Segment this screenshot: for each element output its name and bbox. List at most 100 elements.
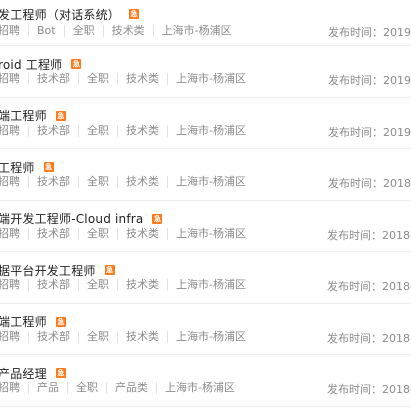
- job-meta: 招聘 产品 全职 产品类 上海市-杨浦区: [0, 381, 243, 395]
- publish-time: 发布时间：2018-1: [328, 175, 411, 191]
- meta-category: 技术类: [117, 176, 167, 188]
- job-meta: 招聘 技术部 全职 技术类 上海市-杨浦区: [0, 124, 254, 138]
- meta-department: 产品: [28, 382, 67, 394]
- meta-location: 上海市-杨浦区: [156, 382, 243, 394]
- meta-employment-type: 全职: [78, 73, 117, 85]
- meta-channel: 招聘: [0, 278, 20, 291]
- publish-time: 发布时间：2018-0: [327, 227, 411, 243]
- meta-department: 技术部: [28, 330, 78, 343]
- publish-date: 2019-0: [383, 26, 411, 39]
- publish-date: 2018-1: [383, 177, 411, 190]
- publish-label: 发布时间：: [327, 280, 382, 293]
- urgent-badge: 急: [43, 162, 54, 172]
- publish-label: 发布时间：: [327, 383, 382, 396]
- job-title-row: 发工程师（对话系统） 急: [0, 6, 140, 23]
- urgent-badge: 急: [104, 265, 115, 275]
- meta-channel: 招聘: [0, 123, 20, 137]
- publish-date: 2019-0: [383, 125, 411, 139]
- publish-time: 发布时间：2019-0: [328, 24, 411, 40]
- job-title[interactable]: 端开发工程师-Cloud infra: [0, 210, 143, 227]
- job-title-row: 产品经理 急: [0, 365, 66, 381]
- job-title[interactable]: 产品经理: [0, 365, 47, 382]
- job-list: 发工程师（对话系统） 急 招聘 Bot 全职 技术类 上海市-杨浦区 发布时间：…: [0, 0, 411, 411]
- publish-time: 发布时间：2018-0: [327, 330, 411, 346]
- meta-department: 技术部: [28, 176, 78, 188]
- publish-date: 2018-0: [382, 280, 411, 293]
- urgent-badge: 急: [152, 213, 163, 224]
- meta-category: 产品类: [106, 382, 156, 394]
- job-listing-5[interactable]: 端开发工程师-Cloud infra 急 招聘 技术部 全职 技术类 上海市-杨…: [0, 201, 411, 252]
- publish-label: 发布时间：: [327, 331, 382, 345]
- meta-channel: 招聘: [0, 72, 20, 85]
- meta-employment-type: 全职: [78, 227, 117, 240]
- urgent-badge: 急: [55, 368, 66, 378]
- job-title[interactable]: 工程师: [0, 159, 35, 176]
- job-meta: 招聘 Bot 全职 技术类 上海市-杨浦区: [0, 24, 240, 38]
- meta-department: 技术部: [28, 227, 78, 240]
- job-title-row: 端工程师 急: [0, 314, 66, 330]
- meta-category: 技术类: [117, 279, 167, 291]
- meta-category: 技术类: [117, 124, 167, 137]
- job-listing-3[interactable]: 端工程师 急 招聘 技术部 全职 技术类 上海市-杨浦区 发布时间：2019-0: [0, 98, 411, 149]
- job-listing-4[interactable]: 工程师 急 招聘 技术部 全职 技术类 上海市-杨浦区 发布时间：2018-1: [0, 149, 411, 201]
- meta-department: Bot: [28, 25, 64, 37]
- job-title-row: 端开发工程师-Cloud infra 急: [0, 210, 163, 227]
- job-title[interactable]: 发工程师（对话系统）: [0, 6, 120, 23]
- job-title-row: 工程师 急: [0, 159, 54, 175]
- meta-location: 上海市-杨浦区: [167, 124, 254, 137]
- meta-department: 技术部: [28, 73, 78, 85]
- publish-label: 发布时间：: [328, 177, 383, 190]
- publish-time: 发布时间：2018-0: [327, 381, 411, 397]
- job-listing-1[interactable]: 发工程师（对话系统） 急 招聘 Bot 全职 技术类 上海市-杨浦区 发布时间：…: [0, 0, 411, 46]
- meta-employment-type: 全职: [63, 25, 103, 37]
- job-meta: 招聘 技术部 全职 技术类 上海市-杨浦区: [0, 227, 254, 241]
- meta-employment-type: 全职: [67, 382, 106, 394]
- job-title-row: 据平台开发工程师 急: [0, 262, 115, 278]
- publish-time: 发布时间：2019-0: [328, 124, 411, 140]
- meta-employment-type: 全职: [78, 124, 117, 137]
- meta-channel: 招聘: [0, 329, 20, 343]
- job-title-row: 端工程师 急: [0, 108, 66, 124]
- publish-date: 2018-0: [382, 383, 411, 396]
- meta-channel: 招聘: [0, 381, 20, 394]
- meta-department: 技术部: [28, 124, 78, 137]
- job-title[interactable]: 据平台开发工程师: [0, 262, 96, 279]
- meta-channel: 招聘: [0, 24, 20, 37]
- job-title[interactable]: roid 工程师: [0, 56, 62, 73]
- publish-time: 发布时间：2019-0: [328, 72, 411, 88]
- job-meta: 招聘 技术部 全职 技术类 上海市-杨浦区: [0, 278, 254, 292]
- meta-channel: 招聘: [0, 175, 20, 188]
- job-title-row: roid 工程师 急: [0, 56, 82, 73]
- meta-category: 技术类: [117, 227, 167, 240]
- meta-category: 技术类: [102, 25, 153, 37]
- meta-employment-type: 全职: [78, 279, 117, 291]
- job-meta: 招聘 技术部 全职 技术类 上海市-杨浦区: [0, 330, 254, 344]
- urgent-badge: 急: [129, 9, 140, 19]
- meta-location: 上海市-杨浦区: [167, 279, 254, 291]
- publish-time: 发布时间：2018-0: [327, 278, 411, 294]
- publish-date: 2018-0: [382, 228, 411, 242]
- meta-channel: 招聘: [0, 226, 20, 240]
- job-listing-7[interactable]: 端工程师 急 招聘 技术部 全职 技术类 上海市-杨浦区 发布时间：2018-0: [0, 304, 411, 355]
- publish-label: 发布时间：: [327, 228, 382, 242]
- job-listing-2[interactable]: roid 工程师 急 招聘 技术部 全职 技术类 上海市-杨浦区 发布时间：20…: [0, 46, 411, 98]
- job-meta: 招聘 技术部 全职 技术类 上海市-杨浦区: [0, 175, 254, 189]
- publish-label: 发布时间：: [328, 74, 383, 87]
- meta-location: 上海市-杨浦区: [152, 25, 240, 37]
- meta-department: 技术部: [28, 279, 78, 291]
- urgent-badge: 急: [71, 59, 82, 69]
- urgent-badge: 急: [55, 316, 66, 327]
- job-listing-8[interactable]: 产品经理 急 招聘 产品 全职 产品类 上海市-杨浦区 发布时间：2018-0: [0, 355, 411, 407]
- job-title[interactable]: 端工程师: [0, 313, 47, 330]
- meta-location: 上海市-杨浦区: [167, 330, 254, 343]
- meta-category: 技术类: [117, 73, 167, 85]
- publish-label: 发布时间：: [328, 26, 383, 39]
- job-title[interactable]: 端工程师: [0, 107, 47, 124]
- publish-date: 2019-0: [383, 74, 411, 87]
- meta-employment-type: 全职: [78, 330, 117, 343]
- meta-category: 技术类: [117, 330, 167, 343]
- job-listing-6[interactable]: 据平台开发工程师 急 招聘 技术部 全职 技术类 上海市-杨浦区 发布时间：20…: [0, 252, 411, 304]
- publish-label: 发布时间：: [328, 125, 383, 139]
- job-meta: 招聘 技术部 全职 技术类 上海市-杨浦区: [0, 72, 254, 86]
- publish-date: 2018-0: [382, 331, 411, 345]
